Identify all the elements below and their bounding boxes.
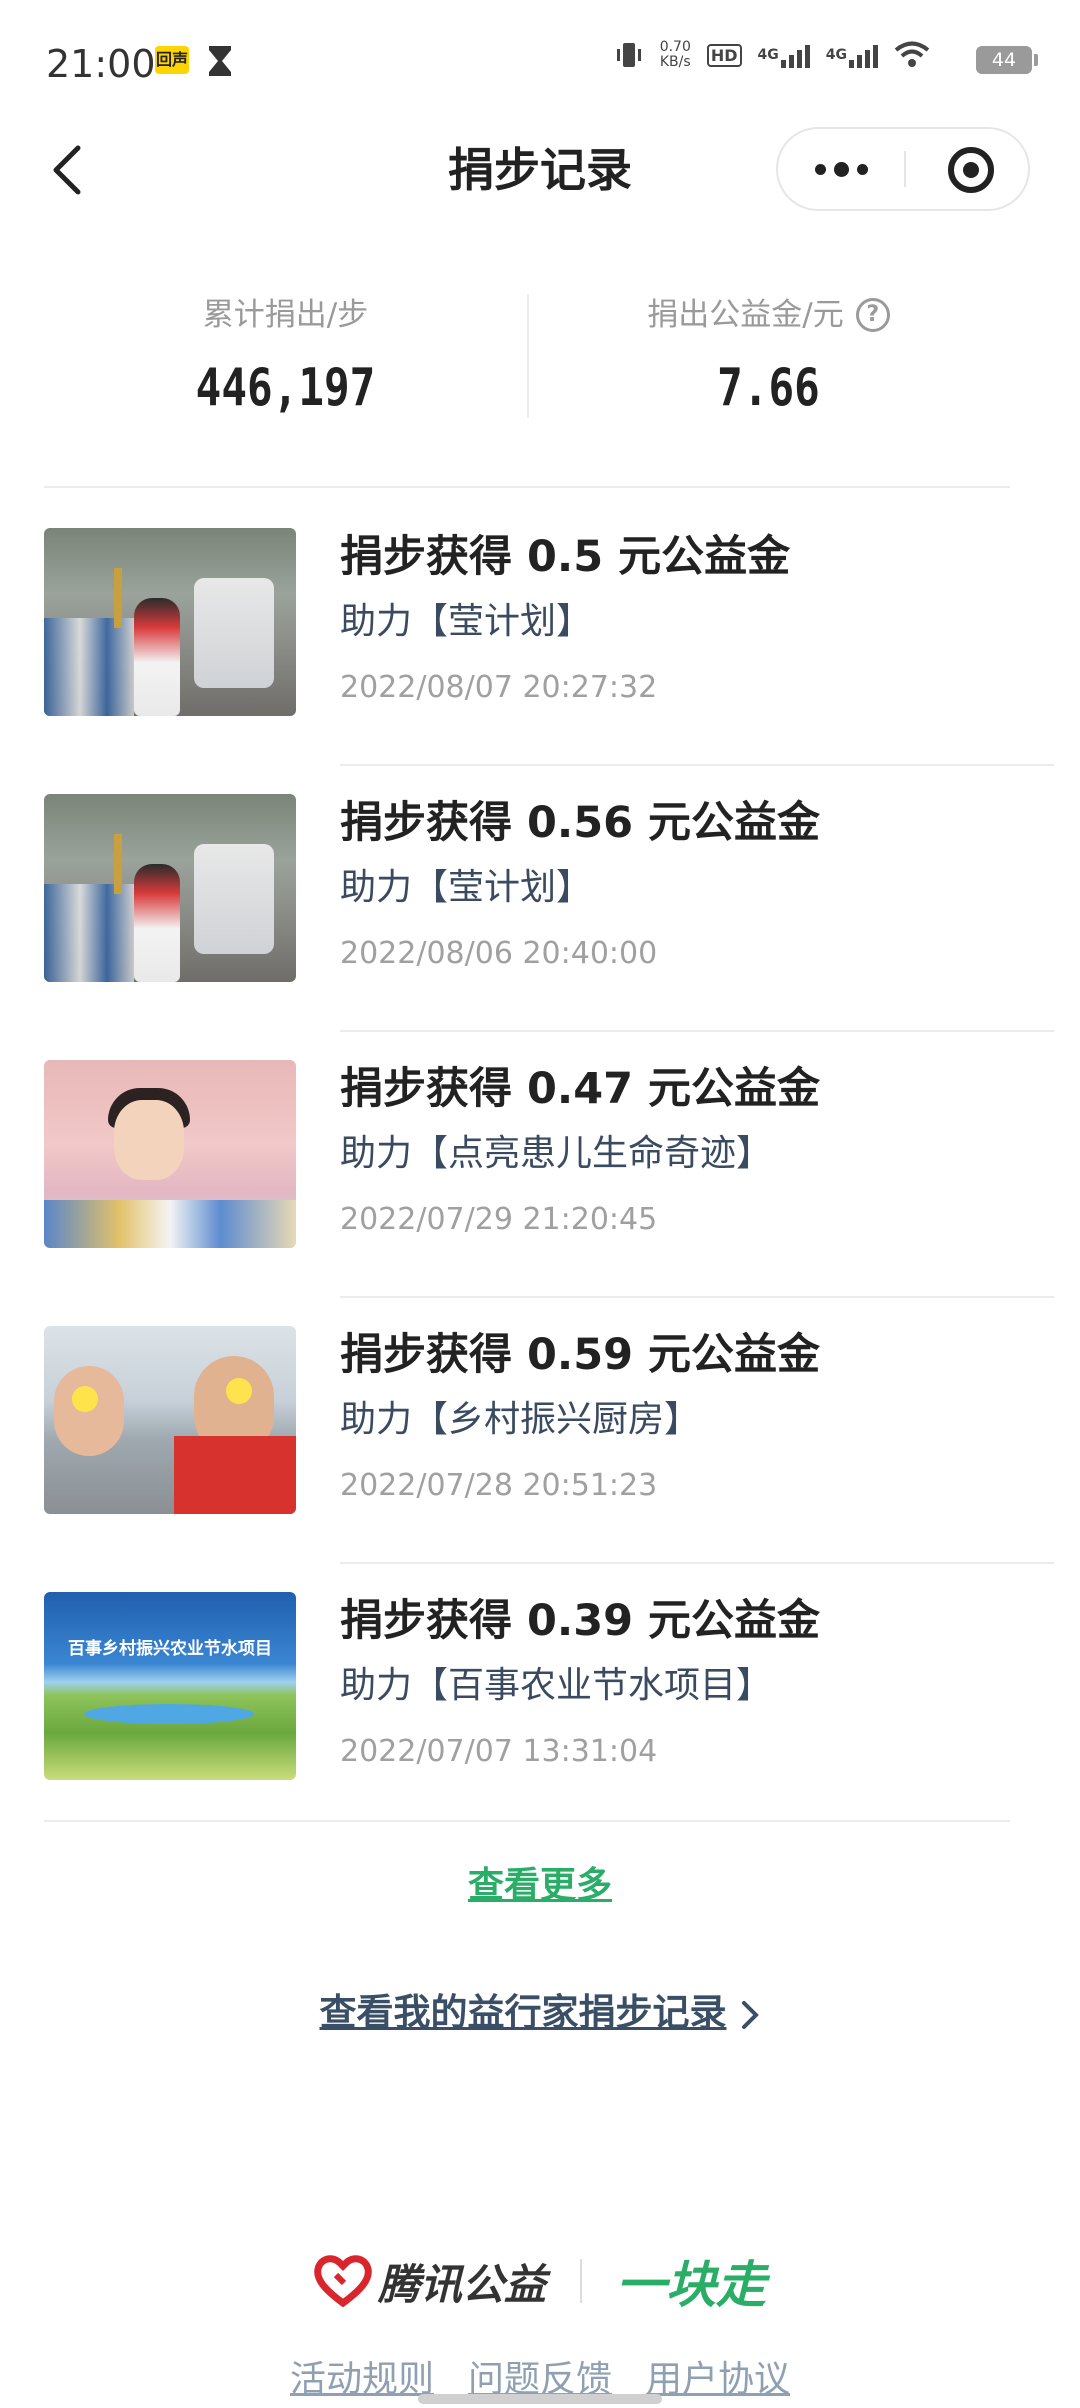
- record-time: 2022/07/28 20:51:23: [340, 1468, 658, 1503]
- home-indicator[interactable]: [418, 2394, 662, 2404]
- status-icons: 0.70 KB/s HD 4G 4G: [614, 40, 930, 70]
- project-thumbnail: [44, 528, 296, 716]
- thumbnail-banner-text: 百事乡村振兴农业节水项目: [68, 1639, 272, 1659]
- record-project: 助力【百事农业节水项目】: [340, 1665, 773, 1706]
- capsule-divider: [904, 151, 906, 187]
- wifi-icon: [894, 41, 930, 67]
- record-item[interactable]: 捐步获得 0.47 元公益金 助力【点亮患儿生命奇迹】 2022/07/29 2…: [0, 1032, 1080, 1298]
- donation-summary: 累计捐出/步 446,197 捐出公益金/元 ? 7.66: [44, 290, 1010, 420]
- record-item[interactable]: 捐步获得 0.56 元公益金 助力【莹计划】 2022/08/06 20:40:…: [0, 766, 1080, 1032]
- record-time: 2022/08/06 20:40:00: [340, 936, 658, 971]
- vibrate-icon: [616, 43, 641, 67]
- signal-bars-icon: [849, 42, 878, 68]
- record-title: 捐步获得 0.47 元公益金: [340, 1064, 821, 1114]
- record-title: 捐步获得 0.56 元公益金: [340, 798, 821, 848]
- money-label-row: 捐出公益金/元 ?: [527, 290, 1010, 340]
- walker-record-link[interactable]: 查看我的益行家捐步记录: [0, 1982, 1080, 2036]
- view-more-link[interactable]: 查看更多: [0, 1856, 1080, 1908]
- project-thumbnail: [44, 1060, 296, 1248]
- close-miniapp-icon[interactable]: [948, 147, 994, 193]
- project-thumbnail: [44, 1326, 296, 1514]
- record-item[interactable]: 捐步获得 0.59 元公益金 助力【乡村振兴厨房】 2022/07/28 20:…: [0, 1298, 1080, 1564]
- project-thumbnail: 百事乡村振兴农业节水项目: [44, 1592, 296, 1780]
- record-time: 2022/08/07 20:27:32: [340, 670, 658, 705]
- more-options-icon[interactable]: [778, 129, 904, 209]
- notification-badge-icon: 回声: [155, 46, 189, 74]
- record-time: 2022/07/29 21:20:45: [340, 1202, 658, 1237]
- footer-logo: 腾讯公益 一块走: [0, 2246, 1080, 2316]
- money-label: 捐出公益金/元: [647, 297, 844, 333]
- record-title: 捐步获得 0.59 元公益金: [340, 1330, 821, 1380]
- money-stat: 捐出公益金/元 ? 7.66: [527, 290, 1010, 418]
- campaign-name: 一块走: [616, 2256, 766, 2314]
- record-title: 捐步获得 0.39 元公益金: [340, 1596, 821, 1646]
- steps-label: 累计捐出/步: [202, 297, 369, 333]
- walker-record-label: 查看我的益行家捐步记录: [319, 1991, 727, 2034]
- steps-value: 446,197: [195, 358, 376, 418]
- divider: [44, 1820, 1010, 1822]
- signal-4g-2: 4G: [826, 42, 878, 68]
- status-time: 21:00: [46, 42, 156, 86]
- chevron-right-icon: [741, 2000, 759, 2029]
- battery-icon: 44: [976, 46, 1038, 74]
- logo-divider: [580, 2259, 582, 2303]
- hourglass-icon: [209, 46, 231, 76]
- project-thumbnail: [44, 794, 296, 982]
- divider: [44, 486, 1010, 488]
- agreement-link[interactable]: 用户协议: [646, 2350, 790, 2402]
- hd-icon: HD: [706, 43, 742, 67]
- record-title: 捐步获得 0.5 元公益金: [340, 532, 791, 582]
- status-bar: 21:00 回声 0.70 KB/s HD 4G 4G 44: [0, 0, 1080, 120]
- signal-4g-1: 4G: [758, 42, 810, 68]
- heart-logo-icon: [314, 2255, 372, 2307]
- signal-bars-icon: [780, 42, 810, 68]
- help-icon[interactable]: ?: [855, 298, 890, 332]
- record-project: 助力【点亮患儿生命奇迹】: [340, 1133, 773, 1174]
- tencent-charity-logo: 腾讯公益: [314, 2251, 546, 2312]
- record-project: 助力【莹计划】: [340, 867, 593, 908]
- record-project: 助力【乡村振兴厨房】: [340, 1399, 701, 1440]
- record-item[interactable]: 捐步获得 0.5 元公益金 助力【莹计划】 2022/08/07 20:27:3…: [0, 500, 1080, 766]
- rules-link[interactable]: 活动规则: [290, 2350, 434, 2402]
- steps-stat: 累计捐出/步 446,197: [44, 290, 527, 418]
- record-item[interactable]: 百事乡村振兴农业节水项目 捐步获得 0.39 元公益金 助力【百事农业节水项目】…: [0, 1564, 1080, 1830]
- network-speed: 0.70 KB/s: [659, 39, 691, 70]
- money-value: 7.66: [717, 358, 820, 418]
- record-project: 助力【莹计划】: [340, 601, 593, 642]
- brand-name: 腾讯公益: [377, 2259, 546, 2309]
- record-time: 2022/07/07 13:31:04: [340, 1734, 658, 1769]
- miniapp-capsule: [776, 127, 1030, 211]
